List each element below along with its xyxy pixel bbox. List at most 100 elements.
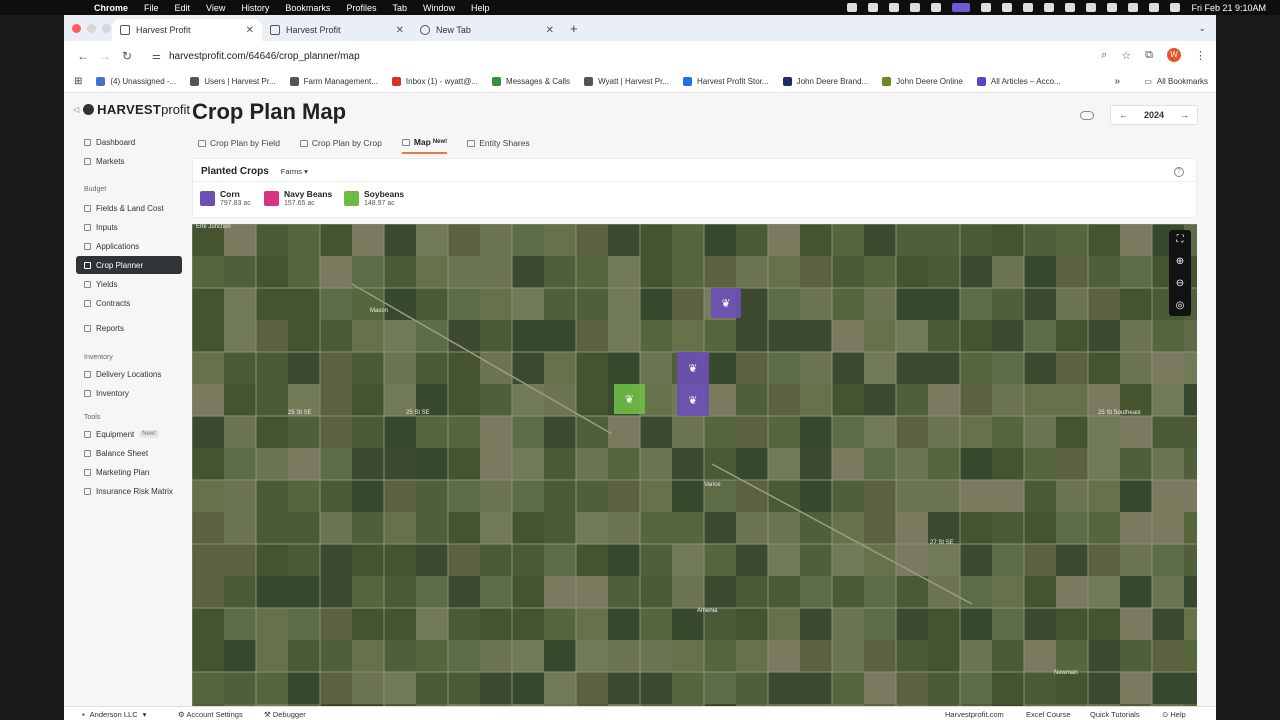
sidebar-item[interactable]: Fields & Land Cost	[76, 199, 182, 217]
tray-screen-record-icon[interactable]	[952, 3, 971, 12]
sidebar-item[interactable]: Inventory	[76, 384, 182, 402]
info-icon[interactable]: ?	[1174, 167, 1184, 177]
bookmark-item[interactable]: Wyatt | Harvest Pr...	[584, 77, 669, 86]
bookmark-item[interactable]: Inbox (1) - wyatt@...	[391, 77, 478, 86]
menu-chrome[interactable]: Chrome	[94, 3, 128, 13]
close-tab-icon[interactable]: ✕	[396, 25, 404, 36]
forward-button[interactable]: →	[94, 49, 116, 63]
omnibox[interactable]: ⚌ harvestprofit.com/64646/crop_planner/m…	[152, 51, 360, 62]
sidebar-item[interactable]: Crop Planner	[76, 256, 182, 274]
menu-history[interactable]: History	[241, 3, 269, 13]
bookmarks-overflow-button[interactable]: »	[1114, 76, 1120, 87]
tray-wifi-icon[interactable]	[1128, 3, 1139, 12]
tray-app-icon[interactable]	[1023, 3, 1034, 12]
zoom-out-icon[interactable]: ⊖	[1176, 278, 1184, 290]
site-info-icon[interactable]: ⚌	[152, 51, 161, 62]
menu-tab[interactable]: Tab	[392, 3, 407, 13]
browser-tab[interactable]: New Tab ✕	[412, 19, 562, 41]
harvest-profit-logo[interactable]: ◁ HARVEST profit	[73, 102, 190, 117]
bookmark-item[interactable]: Farm Management...	[289, 77, 378, 86]
planted-field[interactable]: ❦	[677, 384, 709, 416]
crop-legend-item[interactable]: Corn 797.83 ac	[200, 189, 251, 207]
tray-bluetooth-icon[interactable]	[1086, 3, 1097, 12]
planted-field[interactable]: ❦	[614, 384, 645, 414]
debugger-link[interactable]: ⚒ Debugger	[264, 710, 306, 719]
sidebar-item[interactable]: Delivery Locations	[76, 365, 182, 383]
zoom-in-icon[interactable]: ⊕	[1176, 256, 1184, 268]
sidebar-item[interactable]: Inputs	[76, 218, 182, 236]
tray-battery-icon[interactable]	[1107, 3, 1118, 12]
tab-map[interactable]: Map New!	[401, 137, 448, 154]
all-bookmarks-button[interactable]: ▭ All Bookmarks	[1144, 77, 1208, 86]
map-canvas[interactable]: ❦ ❦ ❦ ❦	[192, 224, 1197, 706]
maximize-window-icon[interactable]	[102, 24, 111, 33]
tray-app-icon[interactable]	[910, 3, 921, 12]
tab-crop-plan-by-field[interactable]: Crop Plan by Field	[198, 137, 280, 154]
clock[interactable]: Fri Feb 21 9:10AM	[1191, 3, 1266, 13]
apps-grid-icon[interactable]: ⊞	[74, 76, 82, 87]
menu-file[interactable]: File	[144, 3, 159, 13]
menu-view[interactable]: View	[206, 3, 225, 13]
locate-icon[interactable]: ◎	[1176, 300, 1185, 312]
close-tab-icon[interactable]: ✕	[546, 25, 554, 36]
sidebar-item[interactable]: Dashboard	[76, 133, 182, 151]
planted-field[interactable]: ❦	[711, 288, 741, 318]
tray-cloud-icon[interactable]	[1002, 3, 1013, 12]
tab-search-chevron-icon[interactable]: ⌄	[1198, 23, 1206, 34]
sidebar-item[interactable]: Contracts	[76, 294, 182, 312]
account-settings-link[interactable]: ⚙ Account Settings	[178, 710, 243, 719]
bookmark-star-icon[interactable]: ☆	[1121, 49, 1131, 62]
new-tab-button[interactable]: +	[570, 21, 578, 36]
menu-profiles[interactable]: Profiles	[346, 3, 376, 13]
tray-app-icon[interactable]	[981, 3, 992, 12]
close-window-icon[interactable]	[72, 24, 81, 33]
menu-help[interactable]: Help	[471, 3, 490, 13]
bookmark-item[interactable]: Messages & Calls	[492, 77, 570, 86]
minimize-window-icon[interactable]	[87, 24, 96, 33]
tray-app-icon[interactable]	[931, 3, 942, 12]
menu-bookmarks[interactable]: Bookmarks	[285, 3, 330, 13]
satellite-map[interactable]: ❦ ❦ ❦ ❦ Erie Junction Mason Vance Amenia Newman…	[192, 224, 1197, 706]
profile-avatar[interactable]: W	[1167, 48, 1181, 62]
bookmark-item[interactable]: Users | Harvest Pr...	[190, 77, 276, 86]
back-button[interactable]: ←	[72, 49, 94, 63]
extensions-icon[interactable]: ⧉	[1145, 49, 1153, 62]
url-text[interactable]: harvestprofit.com/64646/crop_planner/map	[169, 51, 360, 62]
more-menu-icon[interactable]: ⋮	[1195, 49, 1206, 62]
farms-filter-dropdown[interactable]: Farms ▾	[281, 167, 308, 176]
bookmark-item[interactable]: John Deere Online	[882, 77, 963, 86]
sidebar-item[interactable]: Applications	[76, 237, 182, 255]
previous-year-button[interactable]: ←	[1119, 110, 1128, 120]
crop-legend-item[interactable]: Soybeans 148.97 ac	[344, 189, 404, 207]
close-tab-icon[interactable]: ✕	[246, 25, 254, 36]
crop-legend-item[interactable]: Navy Beans 157.65 ac	[264, 189, 332, 207]
tab-crop-plan-by-crop[interactable]: Crop Plan by Crop	[299, 137, 382, 154]
bookmark-item[interactable]: All Articles – Acco...	[976, 77, 1061, 86]
bookmark-item[interactable]: (4) Unassigned -...	[96, 77, 176, 86]
menu-edit[interactable]: Edit	[175, 3, 191, 13]
sidebar-item[interactable]: Yields	[76, 275, 182, 293]
bookmark-item[interactable]: Harvest Profit Stor...	[682, 77, 769, 86]
browser-tab[interactable]: Harvest Profit ✕	[262, 19, 412, 41]
zoom-icon[interactable]: ⌕	[1101, 49, 1107, 62]
fullscreen-icon[interactable]: ⛶	[1177, 234, 1184, 246]
harvestprofit-link[interactable]: Harvestprofit.com	[945, 710, 1004, 719]
organization-switcher[interactable]: ▪ Anderson LLC ▾	[82, 710, 146, 719]
sidebar-item[interactable]: Markets	[76, 152, 182, 170]
bookmark-item[interactable]: John Deere Brand...	[782, 77, 868, 86]
tray-search-icon[interactable]	[1149, 3, 1160, 12]
sidebar-item[interactable]: Equipment New!	[76, 425, 182, 443]
excel-course-link[interactable]: Excel Course	[1026, 710, 1071, 719]
tray-app-icon[interactable]	[889, 3, 900, 12]
sidebar-item[interactable]: Insurance Risk Matrix	[76, 482, 182, 500]
quick-tutorials-link[interactable]: Quick Tutorials	[1090, 710, 1140, 719]
next-year-button[interactable]: →	[1180, 110, 1189, 120]
tray-app-icon[interactable]	[847, 3, 858, 12]
tray-app-icon[interactable]	[1065, 3, 1076, 12]
tray-control-center-icon[interactable]	[1170, 3, 1181, 12]
sidebar-item[interactable]: Reports	[76, 319, 182, 337]
reload-button[interactable]: ↻	[116, 49, 138, 63]
sidebar-item[interactable]: Balance Sheet	[76, 444, 182, 462]
browser-tab[interactable]: Harvest Profit ✕	[112, 19, 262, 41]
collapse-sidebar-icon[interactable]: ◁	[73, 105, 79, 114]
